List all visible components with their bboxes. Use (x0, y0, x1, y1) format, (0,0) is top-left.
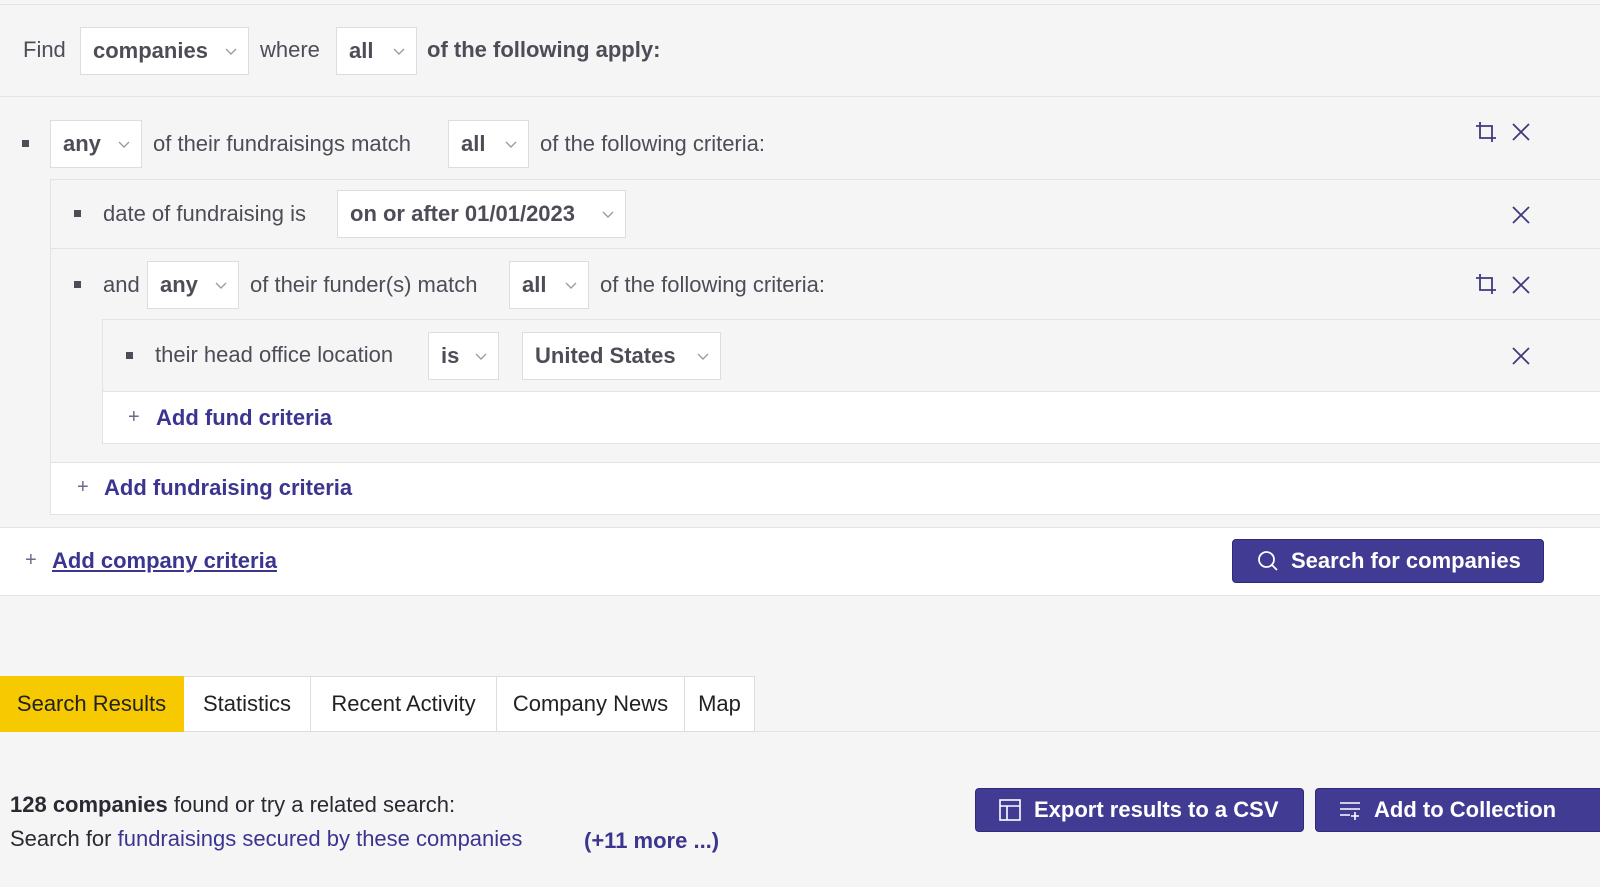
chevron-down-icon (601, 207, 615, 221)
results-summary: 128 companies found or try a related sea… (10, 792, 455, 818)
tab-label: Statistics (202, 691, 292, 716)
location-value: United States (535, 343, 676, 368)
bullet (74, 210, 81, 217)
location-operator-select[interactable]: is (428, 332, 499, 380)
plus-icon: + (77, 476, 89, 498)
funder-match-select[interactable]: all (509, 261, 589, 309)
crop-icon[interactable] (1474, 272, 1498, 296)
results-found-text: found or try a related search: (167, 792, 456, 817)
tab-search-results[interactable]: Search Results (0, 676, 184, 732)
crop-icon[interactable] (1474, 120, 1498, 144)
export-label: Export results to a CSV (1034, 797, 1279, 822)
chevron-down-icon (504, 137, 518, 151)
fundraising-quantifier-value: any (63, 131, 101, 156)
more-related-link[interactable]: (+11 more ...) (584, 828, 719, 854)
search-button-label: Search for companies (1291, 548, 1521, 573)
close-icon[interactable] (1510, 345, 1532, 367)
funder-quantifier-value: any (160, 272, 198, 297)
and-label: and (103, 272, 140, 297)
playlist-add-icon (1340, 802, 1360, 820)
search-icon (1258, 551, 1278, 571)
tab-label: Search Results (16, 691, 167, 716)
chevron-down-icon (564, 278, 578, 292)
add-fund-criteria-link[interactable]: Add fund criteria (156, 405, 332, 431)
fundraising-match-select[interactable]: all (448, 120, 529, 168)
tab-recent-activity[interactable]: Recent Activity (311, 676, 497, 732)
tab-company-news[interactable]: Company News (497, 676, 685, 732)
close-icon[interactable] (1510, 274, 1532, 296)
match-select[interactable]: all (336, 27, 417, 75)
chevron-down-icon (117, 137, 131, 151)
tab-map[interactable]: Map (685, 676, 755, 732)
chevron-down-icon (696, 349, 710, 363)
location-rule-label: their head office location (155, 342, 394, 367)
funder-quantifier-select[interactable]: any (147, 261, 239, 309)
apply-label: of the following apply: (427, 37, 661, 62)
funder-match-value: all (522, 272, 547, 297)
chevron-down-icon (214, 278, 228, 292)
export-csv-button[interactable]: Export results to a CSV (975, 788, 1304, 832)
date-rule-select[interactable]: on or after 01/01/2023 (337, 190, 626, 238)
location-operator-value: is (441, 343, 460, 368)
collection-label: Add to Collection (1374, 797, 1557, 822)
divider (51, 248, 1600, 249)
add-fundraising-criteria-link[interactable]: Add fundraising criteria (104, 475, 352, 501)
fundraising-tail-label: of the following criteria: (540, 131, 765, 156)
related-search-line: Search for fundraisings secured by these… (10, 826, 522, 852)
date-rule-label: date of fundraising is (103, 201, 307, 226)
entity-select-value: companies (93, 38, 208, 63)
entity-select[interactable]: companies (80, 27, 249, 75)
chevron-down-icon (392, 44, 406, 58)
tab-label: Company News (512, 691, 669, 716)
location-value-select[interactable]: United States (522, 332, 721, 380)
table-icon (999, 799, 1021, 821)
search-for-label: Search for (10, 826, 118, 851)
funder-tail-label: of the following criteria: (600, 272, 825, 297)
related-search-link[interactable]: fundraisings secured by these companies (118, 826, 523, 851)
bullet (22, 140, 29, 147)
fundraising-match-value: all (461, 131, 486, 156)
plus-icon: + (128, 406, 140, 428)
close-icon[interactable] (1510, 204, 1532, 226)
search-for-companies-button[interactable]: Search for companies (1232, 539, 1544, 583)
funder-middle-label: of their funder(s) match (250, 272, 478, 297)
match-select-value: all (349, 38, 374, 63)
where-label: where (260, 37, 320, 62)
results-count: 128 companies (10, 792, 168, 817)
tab-statistics[interactable]: Statistics (184, 676, 311, 732)
add-company-criteria-link[interactable]: Add company criteria (52, 548, 277, 574)
fundraising-quantifier-select[interactable]: any (50, 120, 142, 168)
chevron-down-icon (474, 349, 488, 363)
chevron-down-icon (224, 44, 238, 58)
add-to-collection-button[interactable]: Add to Collection (1315, 788, 1600, 832)
bullet (74, 281, 81, 288)
tab-label: Recent Activity (331, 691, 476, 716)
bullet (126, 352, 133, 359)
tab-label: Map (698, 691, 741, 716)
find-label: Find (23, 37, 66, 62)
plus-icon: + (25, 549, 37, 571)
close-icon[interactable] (1510, 121, 1532, 143)
date-rule-value: on or after 01/01/2023 (350, 201, 576, 226)
fundraising-middle-label: of their fundraisings match (153, 131, 412, 156)
